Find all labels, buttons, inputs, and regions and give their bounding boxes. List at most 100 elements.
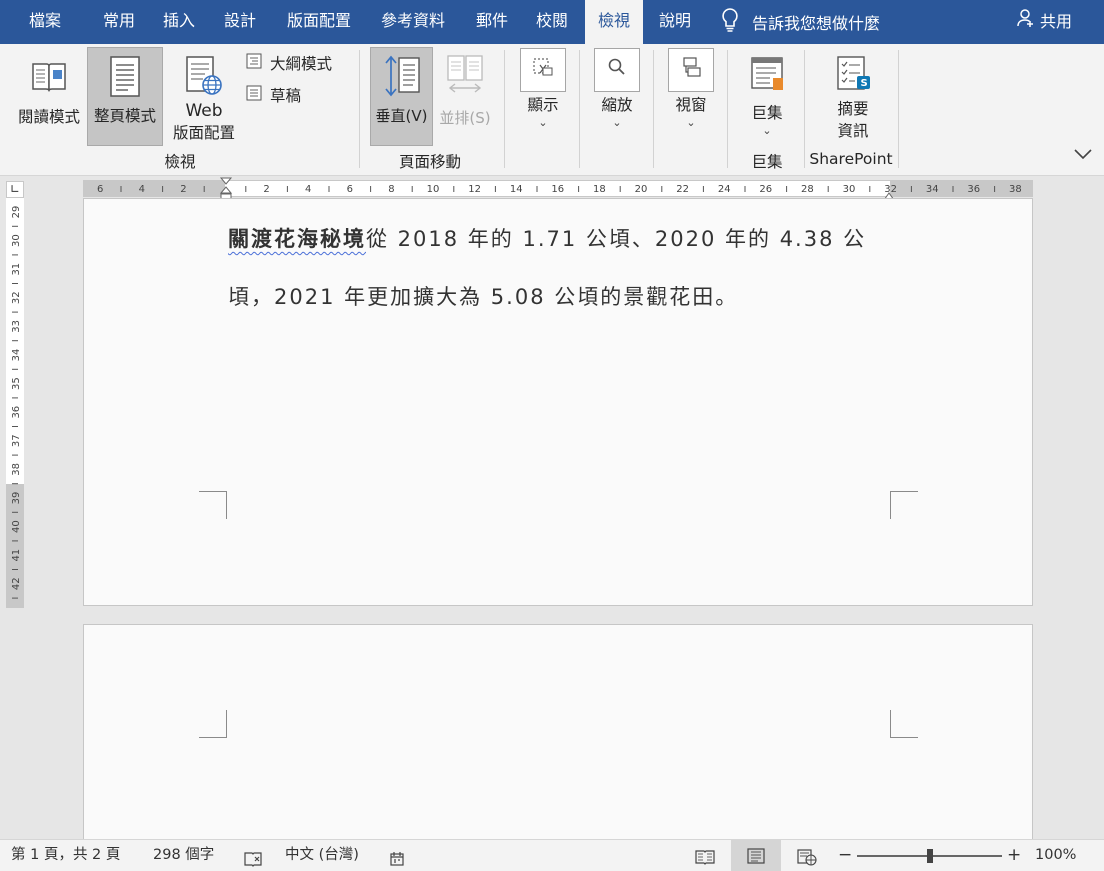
person-icon bbox=[1016, 8, 1036, 32]
ruler-label: 35 bbox=[11, 377, 22, 390]
macros-icon bbox=[747, 54, 787, 94]
views-group-label: 檢視 bbox=[164, 153, 196, 171]
ruler-label: 28 bbox=[801, 184, 814, 195]
accessibility-icon[interactable] bbox=[389, 848, 405, 866]
web-layout-view-icon[interactable] bbox=[796, 847, 818, 866]
ruler-label: 36 bbox=[967, 184, 980, 195]
vertical-scroll-icon bbox=[382, 55, 422, 97]
sharepoint-group-label: SharePoint bbox=[809, 150, 893, 168]
ruler-label: 4 bbox=[305, 184, 311, 195]
outline-button[interactable]: 大綱模式 bbox=[246, 52, 332, 74]
zoom-dropdown[interactable]: 縮放 ⌄ bbox=[589, 48, 645, 144]
tab-insert[interactable]: 插入 bbox=[148, 0, 210, 44]
sharepoint-properties-icon: S bbox=[833, 54, 873, 94]
web-page-icon bbox=[183, 55, 225, 97]
ruler-label: 6 bbox=[347, 184, 353, 195]
tab-view[interactable]: 檢視 bbox=[585, 0, 643, 44]
side-to-side-label: 並排(S) bbox=[439, 109, 491, 127]
web-layout-label-2: 版面配置 bbox=[172, 124, 235, 142]
ruler-label: 24 bbox=[718, 184, 731, 195]
paragraph-line1: 從 2018 年的 1.71 公頃、2020 年的 4.38 公 bbox=[366, 227, 867, 251]
word-count[interactable]: 298 個字 bbox=[153, 840, 214, 871]
page-count[interactable]: 第 1 頁，共 2 頁 bbox=[11, 840, 120, 871]
ruler-label: 37 bbox=[11, 434, 22, 447]
vertical-button[interactable]: 垂直(V) bbox=[370, 47, 433, 146]
chevron-down-icon: ⌄ bbox=[686, 116, 696, 129]
page-icon bbox=[109, 56, 141, 98]
read-mode-view-icon[interactable] bbox=[694, 847, 716, 865]
tab-mailings[interactable]: 郵件 bbox=[461, 0, 523, 44]
zoom-in-button[interactable]: + bbox=[1007, 840, 1021, 871]
ruler-label: 38 bbox=[1009, 184, 1022, 195]
tell-me-search[interactable]: 告訴我您想做什麼 bbox=[720, 0, 880, 44]
draft-button[interactable]: 草稿 bbox=[246, 84, 301, 106]
tab-home[interactable]: 常用 bbox=[88, 0, 150, 44]
ruler-label: 2 bbox=[180, 184, 186, 195]
window-icon bbox=[679, 56, 703, 84]
vertical-label: 垂直(V) bbox=[375, 107, 428, 125]
ruler-label: 30 bbox=[843, 184, 856, 195]
group-separator bbox=[653, 50, 654, 168]
ruler-label: 14 bbox=[510, 184, 523, 195]
summary-info-label-1: 摘要 bbox=[837, 100, 869, 118]
read-mode-button[interactable]: 閱讀模式 bbox=[12, 50, 86, 146]
tab-layout[interactable]: 版面配置 bbox=[276, 0, 362, 44]
print-layout-button[interactable]: 整頁模式 bbox=[87, 47, 163, 146]
ruler-label: 8 bbox=[388, 184, 394, 195]
side-to-side-button[interactable]: 並排(S) bbox=[434, 50, 496, 146]
window-label: 視窗 bbox=[675, 96, 707, 114]
crop-mark bbox=[199, 491, 227, 519]
language-indicator[interactable]: 中文 (台灣) bbox=[285, 840, 359, 871]
chevron-down-icon: ⌄ bbox=[762, 124, 772, 137]
outline-label: 大綱模式 bbox=[270, 55, 333, 73]
tab-review[interactable]: 校閱 bbox=[521, 0, 583, 44]
tab-help[interactable]: 說明 bbox=[644, 0, 706, 44]
group-separator bbox=[804, 50, 805, 168]
macros-dropdown[interactable]: 巨集 ⌄ bbox=[736, 50, 798, 146]
zoom-slider-thumb[interactable] bbox=[926, 849, 933, 863]
group-separator bbox=[504, 50, 505, 168]
ruler-label: 4 bbox=[139, 184, 145, 195]
ruler-label: 2 bbox=[263, 184, 269, 195]
summary-info-label-2: 資訊 bbox=[837, 122, 869, 140]
window-dropdown[interactable]: 視窗 ⌄ bbox=[663, 48, 719, 144]
outline-icon bbox=[246, 53, 262, 73]
body-paragraph[interactable]: 關渡花海秘境從 2018 年的 1.71 公頃、2020 年的 4.38 公 頃… bbox=[228, 210, 868, 326]
collapse-ribbon-icon[interactable] bbox=[1072, 144, 1094, 164]
crop-mark bbox=[199, 710, 227, 738]
chevron-down-icon: ⌄ bbox=[612, 116, 622, 129]
tab-selector[interactable]: ∟ bbox=[6, 181, 24, 198]
chevron-down-icon: ⌄ bbox=[538, 116, 548, 129]
web-layout-button[interactable]: Web 版面配置 bbox=[166, 50, 242, 146]
ribbon-tab-bar: 檔案 常用 插入 設計 版面配置 參考資料 郵件 校閱 檢視 說明 告訴我您想做… bbox=[0, 0, 1104, 44]
ruler-label: 16 bbox=[551, 184, 564, 195]
summary-info-button[interactable]: S 摘要 資訊 bbox=[812, 50, 894, 146]
ruler-label: 18 bbox=[593, 184, 606, 195]
ruler-label: 22 bbox=[676, 184, 689, 195]
show-label: 顯示 bbox=[527, 96, 559, 114]
horizontal-ruler[interactable]: 6422468101214161820222426283032343638404… bbox=[83, 177, 1033, 201]
print-layout-view-icon[interactable] bbox=[731, 840, 781, 871]
proofing-icon[interactable] bbox=[243, 848, 263, 867]
vertical-ruler[interactable]: 29 30 31 32 33 34 35 36 37 38 39 40 41 42 bbox=[6, 198, 24, 608]
tell-me-label: 告訴我您想做什麼 bbox=[752, 14, 881, 33]
ruler-label: 32 bbox=[11, 291, 22, 304]
zoom-slider[interactable] bbox=[857, 849, 1002, 863]
tab-references[interactable]: 參考資料 bbox=[370, 0, 456, 44]
ruler-label: 40 bbox=[11, 520, 22, 533]
ruler-label: 34 bbox=[11, 349, 22, 362]
ruler-label: 36 bbox=[11, 406, 22, 419]
zoom-level[interactable]: 100% bbox=[1035, 840, 1076, 871]
share-button[interactable]: 共用 bbox=[1016, 0, 1072, 40]
zoom-label: 縮放 bbox=[601, 96, 633, 114]
page-movement-group-label: 頁面移動 bbox=[398, 153, 461, 171]
magnifier-icon bbox=[606, 56, 628, 84]
ribbon-view: 閱讀模式 整頁模式 Web 版面配置 大綱模式 草稿 檢視 垂直(V) 並排(S… bbox=[0, 44, 1104, 176]
zoom-out-button[interactable]: − bbox=[838, 840, 852, 871]
tab-design[interactable]: 設計 bbox=[209, 0, 271, 44]
tab-file[interactable]: 檔案 bbox=[14, 0, 76, 44]
read-mode-label: 閱讀模式 bbox=[17, 108, 80, 126]
show-dropdown[interactable]: 顯示 ⌄ bbox=[515, 48, 571, 144]
share-label: 共用 bbox=[1040, 12, 1073, 31]
draft-label: 草稿 bbox=[270, 87, 302, 105]
